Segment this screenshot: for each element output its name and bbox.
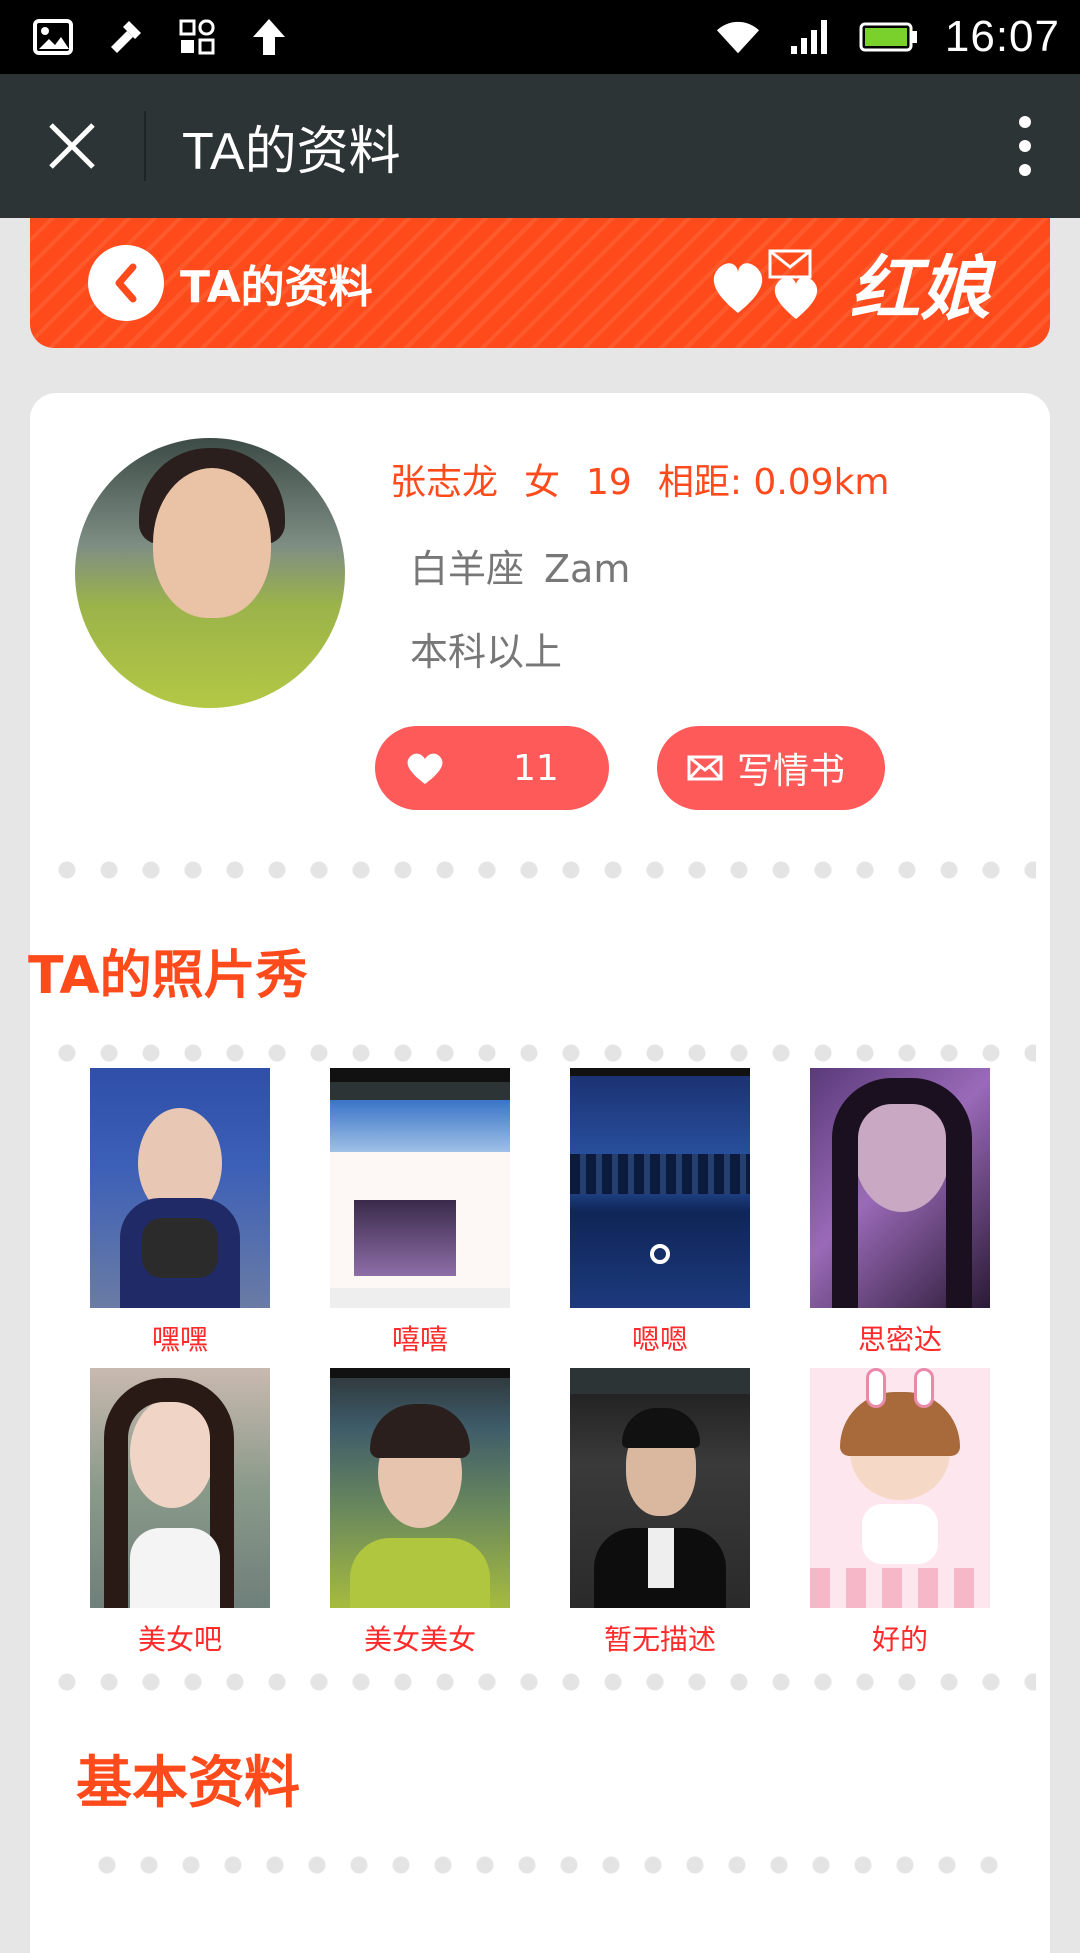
photo-item[interactable]: 暂无描述	[570, 1368, 750, 1658]
photo-image	[330, 1368, 510, 1608]
photo-image	[570, 1368, 750, 1608]
battery-icon	[859, 14, 919, 60]
photo-item[interactable]: 嗯嗯	[570, 1068, 750, 1358]
like-button[interactable]: 11	[375, 726, 609, 810]
profile-education: 本科以上	[410, 630, 563, 674]
close-icon	[49, 123, 95, 169]
photo-caption: 好的	[871, 1623, 928, 1656]
heart-icon	[407, 753, 443, 784]
back-button[interactable]	[88, 245, 164, 321]
write-letter-label: 写情书	[737, 751, 846, 792]
profile-distance: 相距: 0.09km	[657, 462, 890, 503]
photo-caption: 嘻嘻	[391, 1323, 448, 1356]
photo-caption: 嘿嘿	[151, 1323, 208, 1356]
hearts-letter-icon	[713, 249, 818, 319]
avatar-face	[153, 468, 271, 618]
basic-info-section-title: 基本资料	[76, 1751, 300, 1816]
photo-item[interactable]: 好的	[810, 1368, 990, 1658]
page-title: TA的资料	[182, 122, 401, 181]
photo-item[interactable]: 思密达	[810, 1068, 990, 1358]
photo-item[interactable]: 嘻嘻	[330, 1068, 510, 1358]
envelope-icon	[687, 755, 723, 781]
more-menu-button[interactable]	[970, 74, 1080, 218]
photo-image	[810, 1368, 990, 1608]
photo-image	[90, 1368, 270, 1608]
photo-item[interactable]: 嘿嘿	[90, 1068, 270, 1358]
photo-item[interactable]: 美女吧	[90, 1368, 270, 1658]
photo-caption: 美女吧	[137, 1623, 222, 1656]
photo-image	[570, 1068, 750, 1308]
more-vertical-icon	[1019, 116, 1031, 176]
profile-primary-info: 张志龙女 19 相距: 0.09km	[390, 453, 916, 505]
dotted-divider	[46, 1044, 1036, 1062]
like-count: 11	[513, 747, 559, 789]
profile-zodiac: 白羊座	[410, 547, 525, 591]
title-bar: TA的资料	[0, 74, 1080, 218]
dotted-divider	[46, 861, 1036, 879]
photo-image	[330, 1068, 510, 1308]
divider	[144, 111, 146, 181]
profile-age: 19	[586, 462, 632, 503]
signal-icon	[787, 14, 833, 60]
chevron-left-icon	[115, 263, 137, 303]
photo-caption: 美女美女	[363, 1623, 476, 1656]
close-button[interactable]	[0, 74, 144, 218]
photo-image	[90, 1068, 270, 1308]
photo-caption: 思密达	[857, 1323, 942, 1356]
dotted-divider	[86, 1856, 1006, 1874]
upload-arrow-icon	[246, 14, 292, 60]
header-banner: TA的资料 红娘	[30, 218, 1050, 348]
profile-nickname: Zam	[544, 547, 631, 591]
photo-caption: 暂无描述	[603, 1623, 716, 1656]
image-icon	[30, 14, 76, 60]
photo-item[interactable]: 美女美女	[330, 1368, 510, 1658]
banner-title: TA的资料	[180, 262, 373, 313]
photo-caption: 嗯嗯	[631, 1323, 688, 1356]
brand-logo: 红娘	[708, 233, 990, 334]
photo-image	[810, 1068, 990, 1308]
brand-logo-text: 红娘	[850, 246, 990, 330]
profile-name: 张志龙	[390, 462, 499, 503]
dotted-divider	[46, 1673, 1036, 1691]
photo-section-title: TA的照片秀	[28, 946, 308, 1006]
apps-icon	[174, 14, 220, 60]
profile-card: 张志龙女 19 相距: 0.09km 白羊座 Zam 本科以上 11 写情书 TA的照…	[28, 393, 1050, 1953]
profile-gender: 女	[524, 462, 561, 503]
wifi-icon	[715, 14, 761, 60]
avatar[interactable]	[75, 438, 345, 708]
clock: 16:07	[944, 12, 1060, 61]
tools-icon	[102, 14, 148, 60]
profile-secondary-info: 白羊座 Zam	[410, 538, 650, 593]
write-letter-button[interactable]: 写情书	[657, 726, 885, 810]
status-bar: 16:07	[0, 0, 1080, 74]
